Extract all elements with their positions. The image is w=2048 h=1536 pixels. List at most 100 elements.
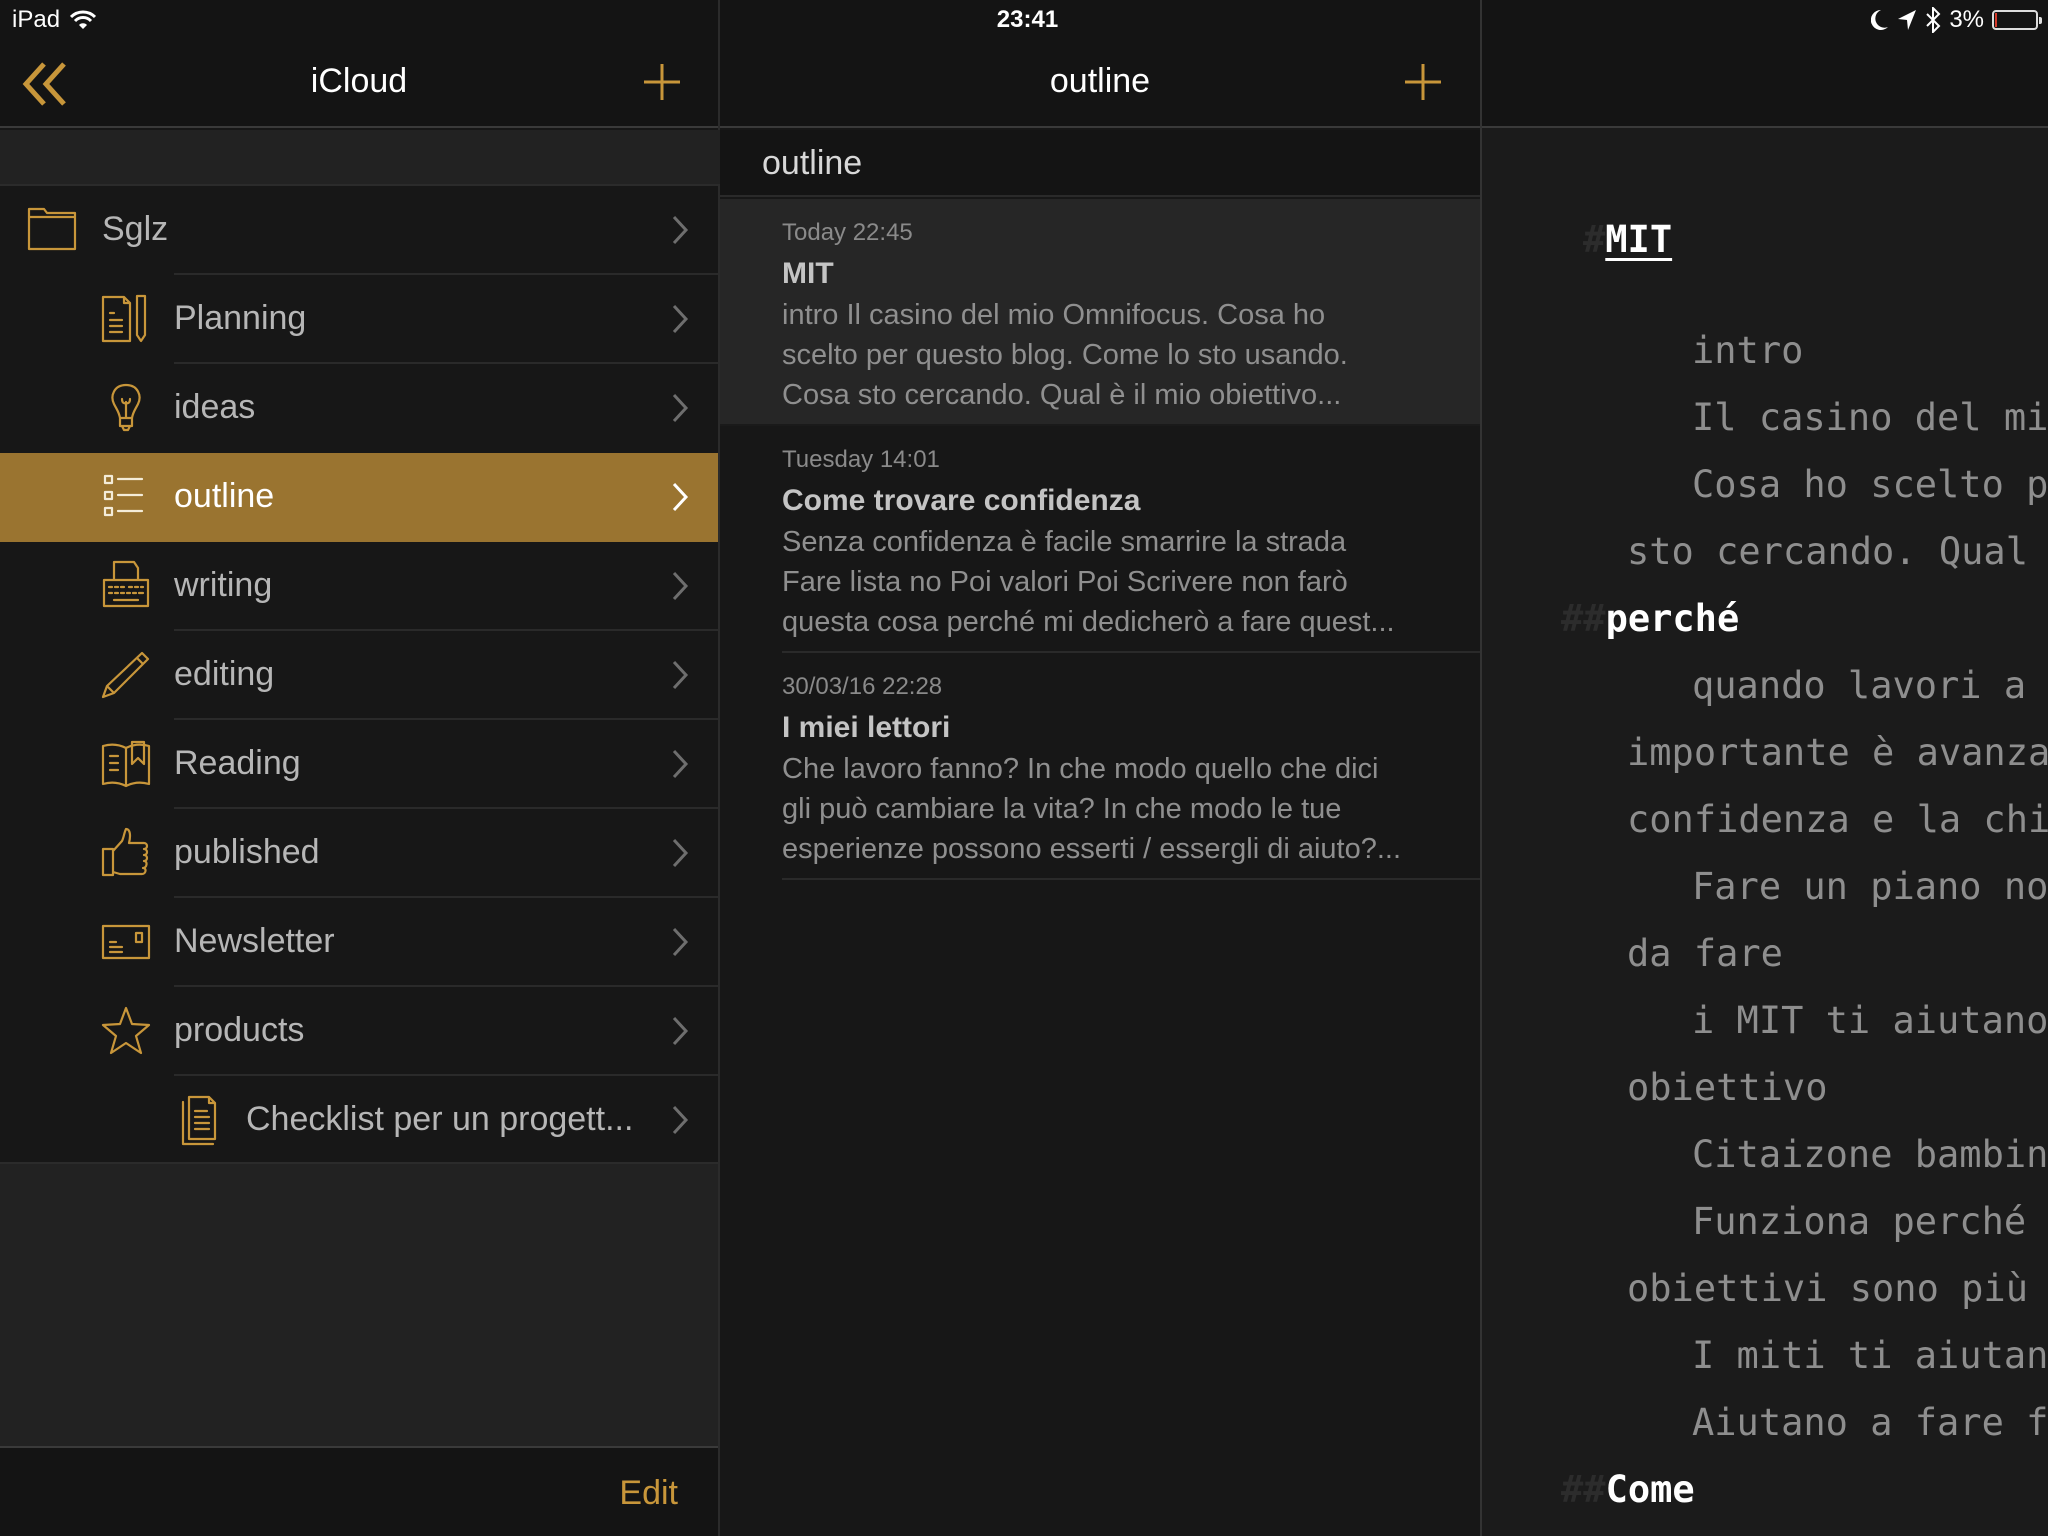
note-list-item[interactable]: 30/03/16 22:28 I miei lettori Che lavoro f… [720,653,1480,880]
note-preview-line: Fare lista no Poi valori Poi Scrivere no… [782,566,1348,598]
sidebar-list: Sglz Planning ideas outline writing editing Re… [0,186,718,1165]
sidebar-item-outline[interactable]: outline [0,453,718,542]
chevron-right-icon [670,926,690,958]
thumbs-up-icon [100,827,152,879]
sidebar-item-label: Sglz [102,210,169,248]
sidebar-item-newsletter[interactable]: Newsletter [0,898,718,987]
editor-line-text: obiettivi sono più f [1627,1267,2048,1310]
editor-heading: #MIT [1583,218,1672,261]
add-note-button[interactable] [1403,62,1443,102]
editor-line-text: da fare [1627,932,1783,975]
chevron-right-icon [670,837,690,869]
edit-button[interactable]: Edit [619,1474,678,1513]
editor-text-area[interactable]: #MIT intro Il casino del mio Omnifocus. Cos… [1482,130,2048,1536]
editor-heading: ##perché [1561,597,1739,640]
note-date: Tuesday 14:01 [782,446,940,473]
note-preview: Senza confidenza è facile smarrire la st… [782,522,1462,642]
sidebar-title: iCloud [310,62,408,100]
editor-heading: ##Come [1561,1468,1695,1511]
editor-line-text: confidenza e la chiarezza [1627,798,2048,841]
editor-pane: #MIT intro Il casino del mio Omnifocus. Cos… [1482,0,2048,1536]
chevron-right-icon [670,659,690,691]
sidebar-item-label: Reading [174,744,301,782]
section-title: outline [762,144,863,182]
editor-line-text: i MIT ti aiutano a [1692,999,2048,1042]
sidebar-item-reading[interactable]: Reading [0,720,718,809]
sidebar-item-label: Checklist per un progett... [246,1100,634,1138]
notes-title: outline [1049,62,1151,100]
editor-line: Aiutano a fare fo [1692,1401,2048,1444]
plus-icon [1403,62,1443,102]
note-preview: intro Il casino del mio Omnifocus. Cosa … [782,295,1462,415]
note-preview-line: esperienze possono esserti / essergli di… [782,833,1402,865]
editor-line-text: intro [1692,329,1804,372]
sidebar-toolbar: Edit [0,1446,718,1536]
chevron-right-icon [670,214,690,246]
editor-line-text: quando lavori a un progetto [1692,664,2027,707]
sidebar-item-label: products [174,1011,305,1049]
documents-icon [175,1094,227,1146]
chevron-right-icon [670,570,690,602]
note-preview-line: questa cosa perché mi dedicherò a fare q… [782,606,1395,638]
chevron-right-icon [670,303,690,335]
sidebar-item-products[interactable]: products [0,987,718,1076]
editor-line-text: Citaizone bambini [1692,1133,2048,1176]
note-date: 30/03/16 22:28 [782,673,943,700]
editor-line-text: Fare un piano non [1692,865,2048,908]
battery-level [1995,13,1997,27]
moon-icon [1871,9,1889,31]
note-title: Come trovare confidenza [782,484,1141,517]
editor-line-text: Come [1605,1468,1695,1511]
note-preview: Che lavoro fanno? In che modo quello che… [782,749,1462,869]
sidebar-item-label: Planning [174,299,307,337]
editor-line-text: Funziona perché o [1692,1200,2048,1243]
editor-line: Cosa ho scelto per questo blog. Come lo [1692,463,2048,506]
sidebar-item-published[interactable]: published [0,809,718,898]
editor-line-text: sto cercando. Qual è il mio obiettivo [1627,530,2028,573]
sidebar-item-editing[interactable]: editing [0,631,718,720]
checklist-icon [100,471,152,523]
star-icon [100,1005,152,1057]
editor-line-text: MIT [1605,218,1673,261]
note-date: Today 22:45 [782,219,913,246]
postcard-icon [100,916,152,968]
editor-line: da fare [1627,932,1783,975]
note-preview-line: scelto per questo blog. Come lo sto usan… [782,339,1348,371]
sidebar-item-ideas[interactable]: ideas [0,364,718,453]
bluetooth-icon [1925,7,1941,33]
editor-line-text: Il casino del mio Omnifocus. [1692,396,2048,439]
pencil-icon [100,649,152,701]
sidebar-item-label: outline [174,477,275,515]
chevron-right-icon [670,748,690,780]
sidebar-item-planning[interactable]: Planning [0,275,718,364]
lightbulb-icon [100,382,152,434]
sidebar-item-label: ideas [174,388,256,426]
notes-section-header: outline [720,130,1480,197]
note-preview-line: Che lavoro fanno? In che modo quello che… [782,753,1379,785]
sidebar-item-sglz[interactable]: Sglz [0,186,718,275]
open-book-icon [100,738,152,790]
editor-line: Fare un piano non [1692,865,2048,908]
editor-line: intro [1692,329,1803,372]
note-list-item[interactable]: Tuesday 14:01 Come trovare confidenza Senz… [720,426,1480,653]
note-divider [782,878,1480,880]
sidebar-item-checklist-per-un-progett[interactable]: Checklist per un progett... [0,1076,718,1165]
chevron-right-icon [670,1104,690,1136]
editor-line: obiettivi sono più f [1627,1267,2048,1310]
editor-line: I miti ti aiutano [1692,1334,2048,1377]
chevron-right-icon [670,392,690,424]
sidebar-item-label: Newsletter [174,922,335,960]
editor-line-text: obiettivo [1627,1066,1828,1109]
sidebar: iCloud Sglz Planning ideas outline writing ed… [0,0,720,1536]
editor-line-text: importante è avanzare [1627,731,2048,774]
add-folder-button[interactable] [642,62,682,102]
note-list-item[interactable]: Today 22:45 MIT intro Il casino del mio Om… [720,199,1480,426]
note-preview-line: Cosa sto cercando. Qual è il mio obietti… [782,379,1342,411]
sidebar-item-label: published [174,833,320,871]
sidebar-item-label: writing [174,566,273,604]
location-arrow-icon [1897,9,1917,31]
editor-line-text: Aiutano a fare fo [1692,1401,2048,1444]
sidebar-item-writing[interactable]: writing [0,542,718,631]
note-preview-line: gli può cambiare la vita? In che modo le… [782,793,1342,825]
chevron-right-icon [670,1015,690,1047]
